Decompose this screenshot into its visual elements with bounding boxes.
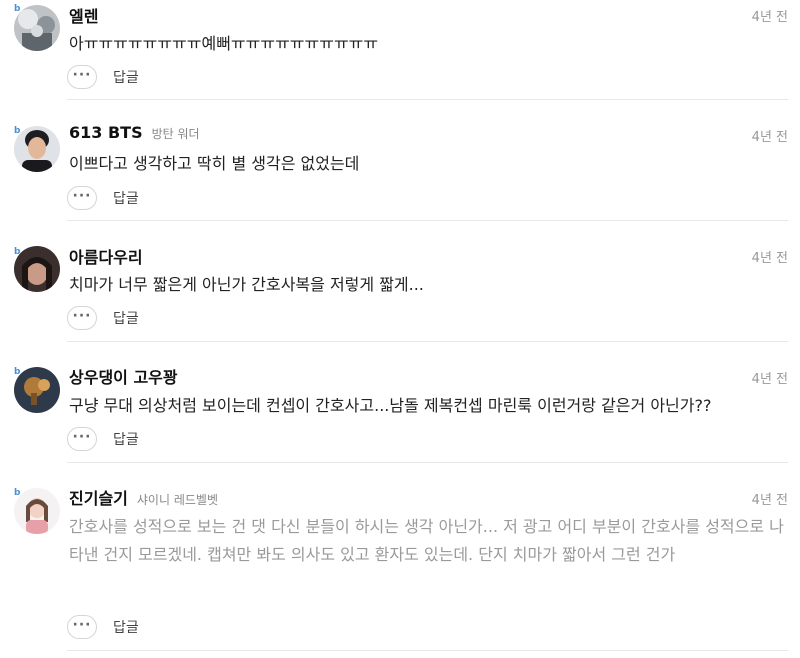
- more-options-button[interactable]: ···: [67, 615, 97, 639]
- more-options-button[interactable]: ···: [67, 65, 97, 89]
- more-options-button[interactable]: ···: [67, 306, 97, 330]
- comment-text: 치마가 너무 짧은게 아닌가 간호사복을 저렇게 짧게...: [69, 275, 424, 294]
- timestamp: 4년 전: [751, 130, 788, 145]
- reply-button[interactable]: 답글: [113, 308, 139, 328]
- reply-button[interactable]: 답글: [113, 617, 139, 637]
- divider: [67, 650, 788, 651]
- comment-header: 아름다우리: [69, 244, 152, 268]
- reply-button[interactable]: 답글: [113, 67, 139, 87]
- comment-header: 613 BTS 방탄 워더: [69, 123, 200, 147]
- reply-button[interactable]: 답글: [113, 188, 139, 208]
- more-icon: ···: [72, 428, 92, 445]
- timestamp: 4년 전: [751, 10, 788, 25]
- more-options-button[interactable]: ···: [67, 186, 97, 210]
- avatar[interactable]: [14, 126, 60, 172]
- comment-header: 상우댕이 고우꽝: [69, 364, 187, 388]
- comment-header: 엘렌: [69, 3, 107, 27]
- timestamp: 4년 전: [751, 493, 788, 508]
- username[interactable]: 엘렌: [69, 3, 98, 27]
- username[interactable]: 상우댕이 고우꽝: [69, 364, 178, 388]
- divider: [67, 220, 788, 221]
- divider: [67, 341, 788, 342]
- avatar[interactable]: [14, 488, 60, 534]
- avatar[interactable]: [14, 367, 60, 413]
- more-icon: ···: [72, 616, 92, 633]
- avatar[interactable]: [14, 246, 60, 292]
- comment-text: 이쁘다고 생각하고 딱히 별 생각은 없었는데: [69, 154, 360, 173]
- divider: [67, 462, 788, 463]
- fandom-label: 방탄 워더: [151, 127, 200, 141]
- reply-button[interactable]: 답글: [113, 429, 139, 449]
- timestamp: 4년 전: [751, 251, 788, 266]
- timestamp: 4년 전: [751, 372, 788, 387]
- comment-text: 구냥 무대 의상처럼 보이는데 컨셉이 간호사고...남돌 제복컨셉 마린룩 이…: [69, 396, 712, 415]
- comment-header: 진기슬기 샤이니 레드벨벳: [69, 485, 218, 509]
- fandom-label: 샤이니 레드벨벳: [136, 493, 218, 507]
- more-icon: ···: [72, 66, 92, 83]
- more-icon: ···: [72, 187, 92, 204]
- comment-text: 간호사를 성적으로 보는 건 댓 다신 분들이 하시는 생각 아닌가... 저 …: [69, 517, 784, 564]
- divider: [67, 99, 788, 100]
- more-options-button[interactable]: ···: [67, 427, 97, 451]
- username[interactable]: 613 BTS: [69, 123, 143, 142]
- avatar[interactable]: [14, 5, 60, 51]
- comment-text: 아ㅠㅠㅠㅠㅠㅠㅠㅠ예뻐ㅠㅠㅠㅠㅠㅠㅠㅠㅠㅠ: [69, 34, 379, 53]
- more-icon: ···: [72, 307, 92, 324]
- username[interactable]: 아름다우리: [69, 244, 143, 268]
- username[interactable]: 진기슬기: [69, 485, 128, 509]
